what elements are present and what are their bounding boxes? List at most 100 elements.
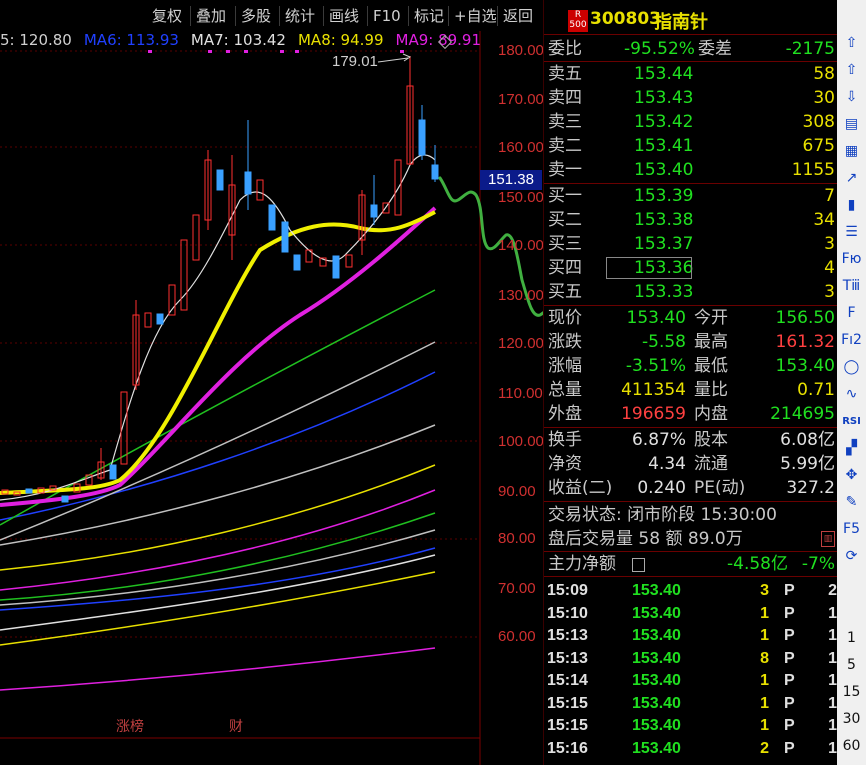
line-chart-icon[interactable]: ↗ <box>841 168 862 189</box>
rsi-icon[interactable]: RSI <box>841 411 862 432</box>
finance-value: 0.240 <box>637 478 686 498</box>
main-flow-row[interactable]: 主力净额 -4.58亿 -7% <box>544 552 837 576</box>
period-30[interactable]: 30 <box>837 711 866 727</box>
y-axis-label: 60.00 <box>498 628 536 645</box>
toolbar-button-5[interactable]: F10 <box>373 5 401 27</box>
selected-price-box <box>606 257 692 279</box>
finance-value: 5.99亿 <box>780 454 835 474</box>
bids-row[interactable]: 买五 153.33 3 <box>544 280 837 304</box>
level-label: 卖二 <box>548 136 582 156</box>
level-price: 153.43 <box>634 88 694 108</box>
asks-row[interactable]: 卖一 153.40 1155 <box>544 158 837 182</box>
finance-value: 327.2 <box>786 478 835 498</box>
tick-count: 1 <box>828 694 837 712</box>
period-60[interactable]: 60 <box>837 738 866 754</box>
tick-row: 15:13 153.40 1 P 1 <box>544 625 837 647</box>
stock-name[interactable]: 指南针 <box>654 8 708 34</box>
list-icon[interactable]: ☰ <box>841 222 862 243</box>
candle-icon[interactable]: ▮ <box>841 195 862 216</box>
tick-volume: 1 <box>760 717 769 734</box>
kline-chart[interactable]: 5: 120.80 MA6: 113.93 MA7: 103.42 MA8: 94.9… <box>0 0 544 765</box>
asks-row[interactable]: 卖四 153.43 30 <box>544 86 837 110</box>
tick-price: 153.40 <box>632 604 681 622</box>
toolbar-separator <box>408 6 409 26</box>
level-label: 卖三 <box>548 112 582 132</box>
event-tag-cai[interactable]: 财 <box>229 716 243 736</box>
asks-row[interactable]: 卖二 153.41 675 <box>544 134 837 158</box>
arrow-up-icon[interactable]: ⇧ <box>841 33 862 54</box>
after-hours-text: 盘后交易量 58 额 89.0万 <box>548 529 743 549</box>
bids-row[interactable]: 买一 153.39 7 <box>544 184 837 208</box>
y-axis-label: 130.00 <box>498 287 544 304</box>
circle-icon[interactable]: ◯ <box>841 357 862 378</box>
refresh-icon[interactable]: ⟳ <box>841 546 862 567</box>
toolbar-button-3[interactable]: 统计 <box>285 5 315 27</box>
level-volume: 34 <box>813 210 835 230</box>
finance-label: 收益(二) <box>548 478 613 498</box>
toolbar-button-7[interactable]: +自选 <box>454 5 497 27</box>
tick-volume: 1 <box>760 604 769 622</box>
y-axis-label: 170.00 <box>498 91 544 108</box>
tick-flag: P <box>784 627 795 644</box>
move-icon[interactable]: ✥ <box>841 465 862 486</box>
asks-row[interactable]: 卖三 153.42 308 <box>544 110 837 134</box>
asks-row[interactable]: 卖五 153.44 58 <box>544 62 837 86</box>
event-tag-zhangbang[interactable]: 涨榜 <box>116 716 144 736</box>
tick-time: 15:14 <box>547 672 588 689</box>
marker <box>244 50 248 53</box>
pencil-icon[interactable]: ✎ <box>841 492 862 513</box>
tick-row: 15:16 153.40 2 P 1 <box>544 738 837 760</box>
bids-row[interactable]: 买二 153.38 34 <box>544 208 837 232</box>
mosaic-icon[interactable]: ▞ <box>841 438 862 459</box>
tick-volume: 2 <box>760 739 769 757</box>
quote-value: 161.32 <box>775 332 835 352</box>
toolbar-separator <box>497 6 498 26</box>
tick-flag: P <box>784 582 795 599</box>
level-price: 153.38 <box>634 210 694 230</box>
quote-panel: R 500 300803 指南针 委比 -95.52% 委差 -2175 卖五 1… <box>543 0 837 765</box>
level-label: 卖四 <box>548 88 582 108</box>
tick-price: 153.40 <box>632 582 681 599</box>
period-5[interactable]: 5 <box>837 657 866 673</box>
f5-icon[interactable]: F5 <box>841 519 862 540</box>
marker <box>208 50 212 53</box>
y-axis-label: 180.00 <box>498 42 544 59</box>
tick-time: 15:10 <box>547 604 588 622</box>
chart-icon[interactable]: ▥ <box>821 531 835 547</box>
tick-price: 153.40 <box>632 649 681 667</box>
list-icon[interactable] <box>632 558 645 572</box>
f-icon[interactable]: F <box>841 303 862 324</box>
wave-icon[interactable]: ∿ <box>841 384 862 405</box>
period-15[interactable]: 15 <box>837 684 866 700</box>
quote-value: -5.58 <box>642 332 686 352</box>
toolbar-button-8[interactable]: 返回 <box>503 5 533 27</box>
f10-icon[interactable]: Fю <box>841 249 862 270</box>
toolbar-button-6[interactable]: 标记 <box>414 5 444 27</box>
tick-count: 1 <box>828 627 837 644</box>
marker <box>148 50 152 53</box>
tf-icon[interactable]: Tⅲ <box>841 276 862 297</box>
kline-svg <box>0 31 543 765</box>
arrow-down-outline-icon[interactable]: ⇩ <box>841 87 862 108</box>
level-volume: 675 <box>802 136 835 156</box>
arrow-up-outline-icon[interactable]: ⇧ <box>841 60 862 81</box>
period-1[interactable]: 1 <box>837 630 866 646</box>
toolbar-button-4[interactable]: 画线 <box>329 5 359 27</box>
ratio-value: -95.52% <box>624 39 695 59</box>
level-price: 153.33 <box>634 282 694 302</box>
tick-price: 153.40 <box>632 627 681 644</box>
finance-row: 收益(二) 0.240 PE(动) 327.2 <box>544 476 837 500</box>
grid-icon[interactable]: ▦ <box>841 141 862 162</box>
ma-legend-item: MA8: 94.99 <box>297 31 384 49</box>
toolbar-button-1[interactable]: 叠加 <box>196 5 226 27</box>
level-volume: 30 <box>813 88 835 108</box>
marker <box>400 50 404 53</box>
toolbar-button-2[interactable]: 多股 <box>241 5 271 27</box>
bids-row[interactable]: 买三 153.37 3 <box>544 232 837 256</box>
toolbar-button-0[interactable]: 复权 <box>152 5 182 27</box>
f12-icon[interactable]: Fı2 <box>841 330 862 351</box>
quote-label: 外盘 <box>548 404 582 424</box>
current-price-tag: 151.38 <box>480 170 542 190</box>
report-icon[interactable]: ▤ <box>841 114 862 135</box>
quote-value: 214695 <box>770 404 835 424</box>
